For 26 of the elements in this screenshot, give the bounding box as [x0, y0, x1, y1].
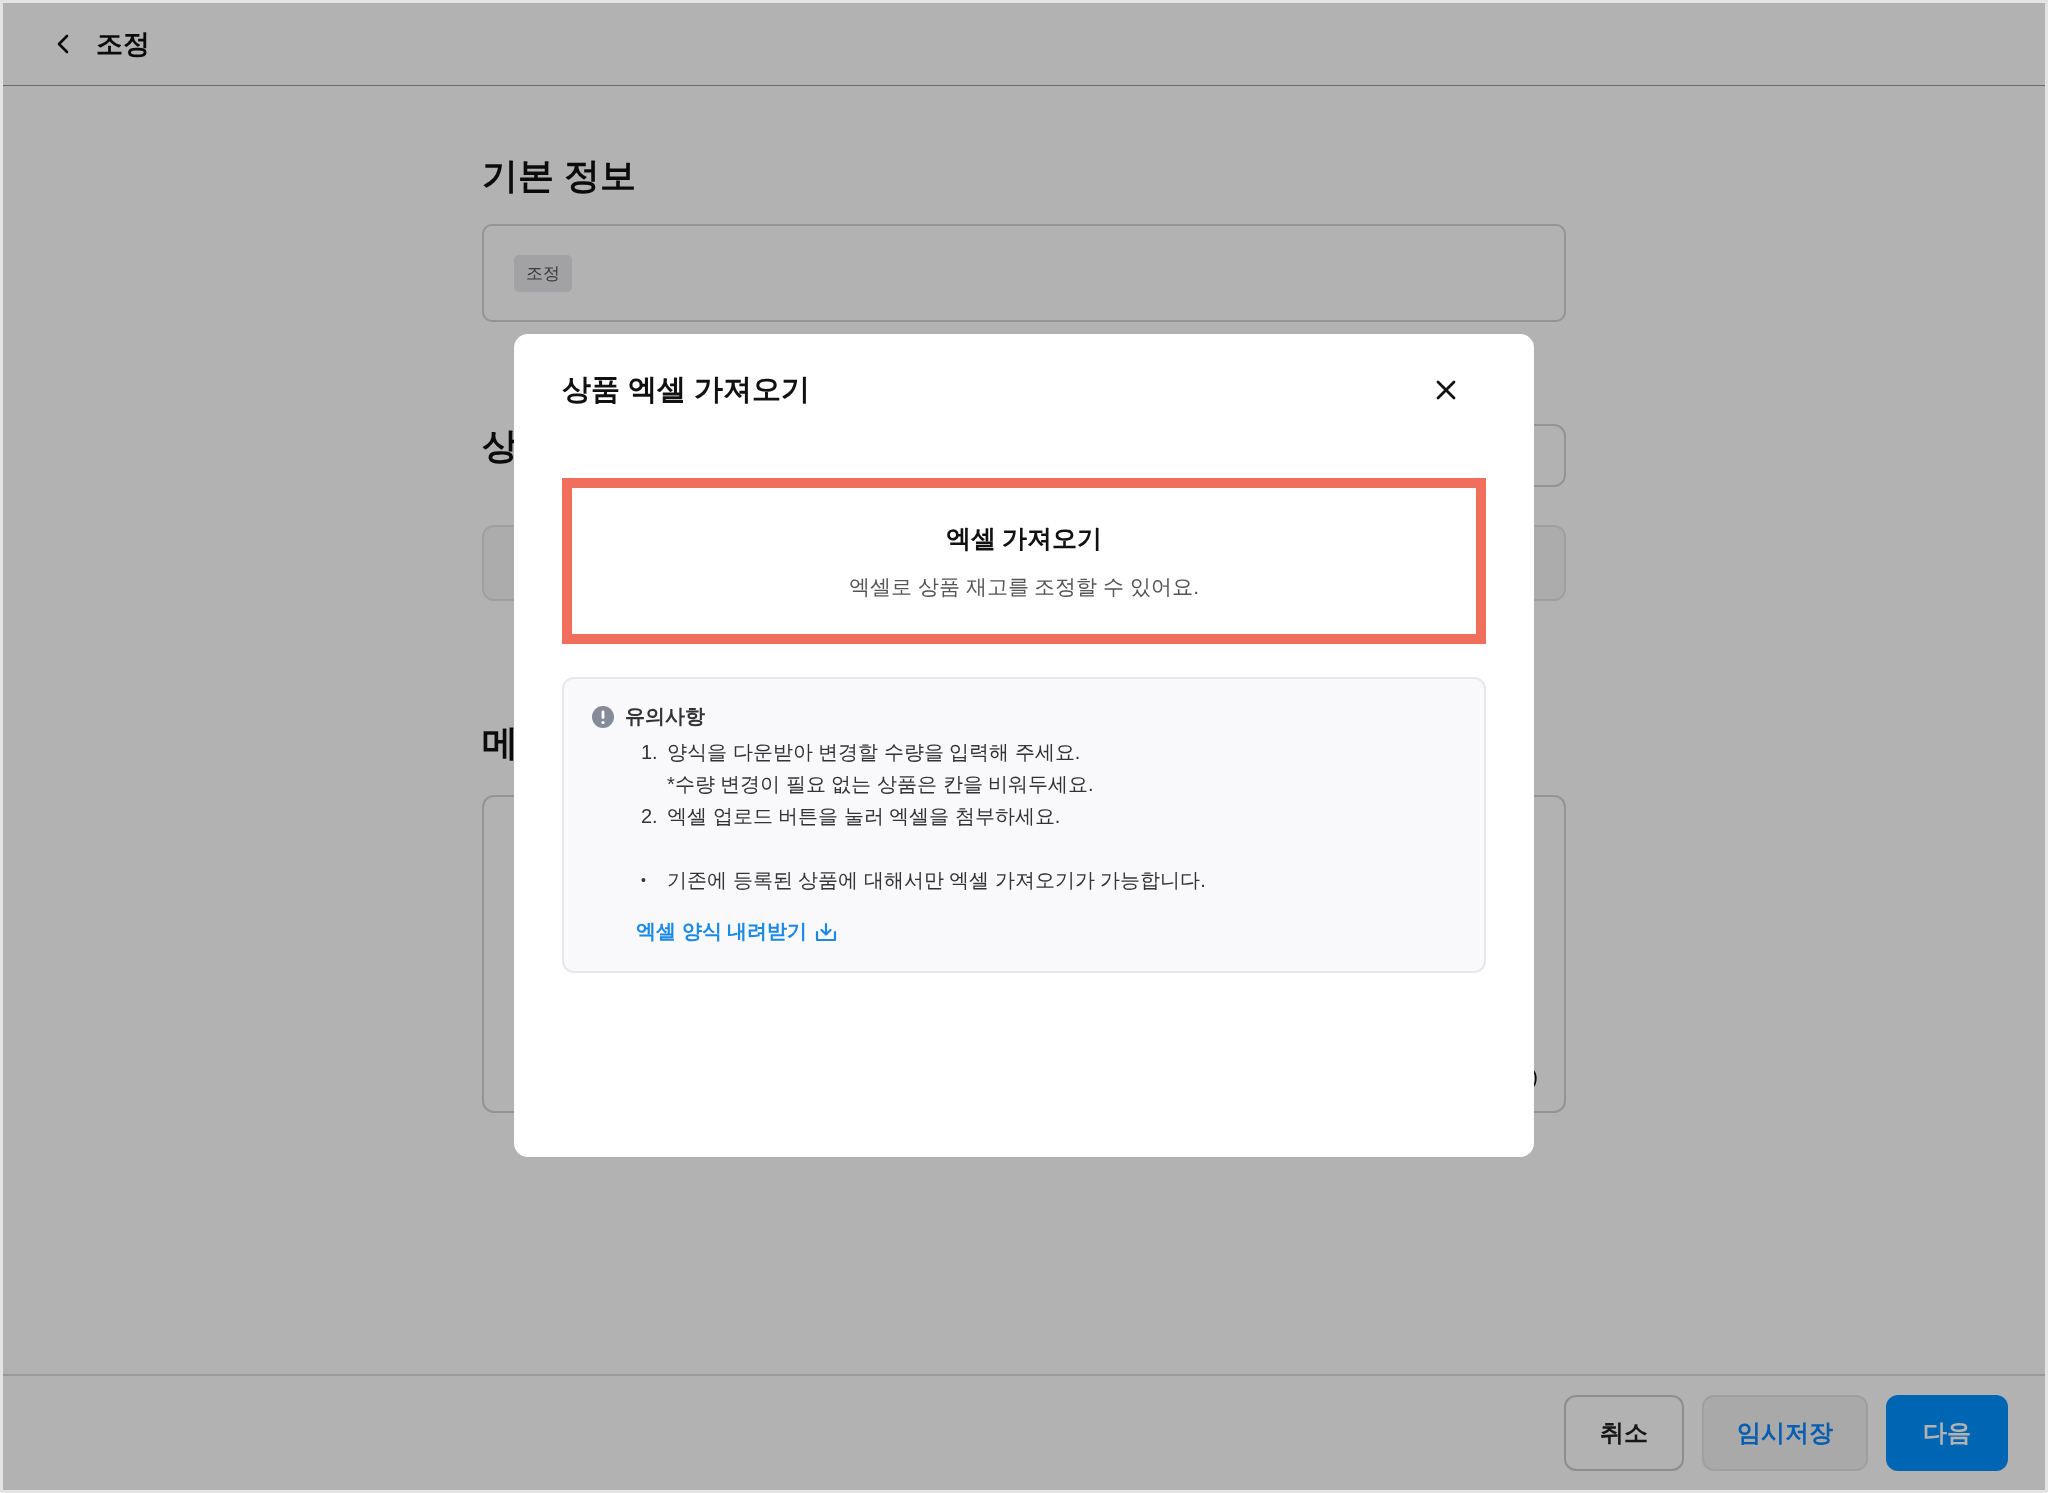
notice-title: 유의사항: [625, 704, 705, 729]
notice-text: 기존에 등록된 상품에 대해서만 엑셀 가져오기가 가능합니다.: [667, 868, 1206, 893]
list-marker: 1.: [641, 740, 659, 765]
footer-button[interactable]: 다음: [1886, 1395, 2008, 1471]
highlight-card[interactable]: 엑셀 가져오기 엑셀로 상품 재고를 조정할 수 있어요.: [562, 478, 1486, 644]
list-marker: •: [641, 871, 647, 890]
footer-button[interactable]: 임시저장: [1702, 1395, 1868, 1471]
download-icon: [815, 921, 838, 942]
section-heading: 기본 정보: [482, 154, 636, 198]
tag-chip: 조정: [514, 254, 572, 292]
notice-text: 양식을 다운받아 변경할 수량을 입력해 주세요.: [667, 740, 1082, 765]
alert-icon: [591, 704, 615, 729]
tag-field[interactable]: 조정: [482, 224, 1566, 322]
footer-button[interactable]: 취소: [1564, 1395, 1684, 1471]
notice-text: *수량 변경이 필요 없는 상품은 칸을 비워두세요.: [667, 772, 1094, 797]
notice-text: 엑셀 업로드 버튼을 눌러 엑셀을 첨부하세요.: [667, 804, 1061, 829]
download-link[interactable]: 엑셀 양식 내려받기: [636, 918, 1457, 945]
section-heading: 메: [482, 721, 518, 765]
card-title: 엑셀 가져오기: [945, 522, 1103, 554]
modal-title: 상품 엑셀 가져오기: [562, 372, 811, 407]
page-title: 조정: [96, 28, 150, 61]
back-icon[interactable]: [56, 33, 70, 55]
list-marker: 2.: [641, 804, 659, 829]
section-heading: 상: [482, 424, 518, 468]
close-icon[interactable]: [1434, 378, 1458, 402]
card-description: 엑셀로 상품 재고를 조정할 수 있어요.: [849, 573, 1199, 600]
